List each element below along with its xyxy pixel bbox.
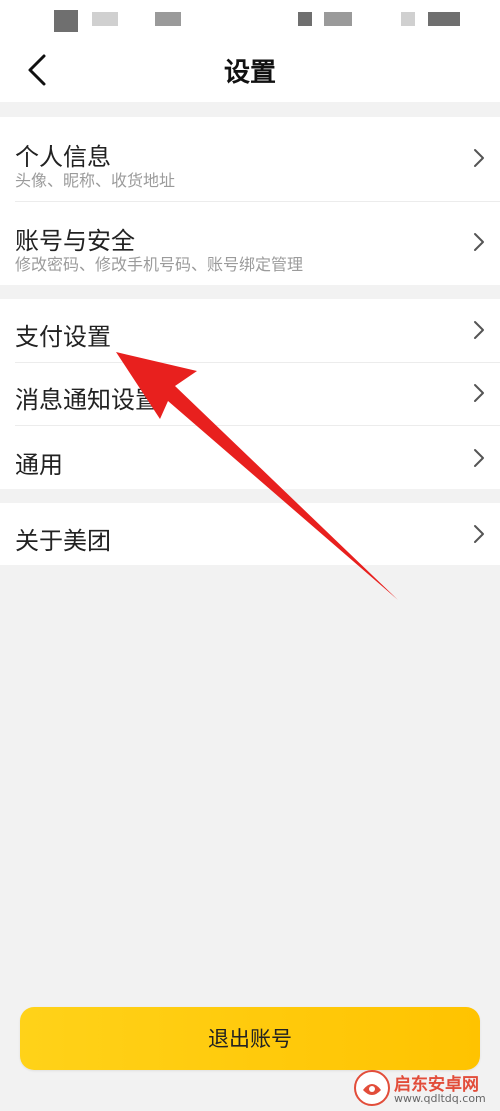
settings-item-title: 关于美团	[15, 527, 111, 555]
chevron-right-icon	[474, 449, 484, 467]
settings-item-payment[interactable]: 支付设置	[0, 299, 500, 362]
settings-item-subtitle: 头像、昵称、收货地址	[15, 171, 176, 190]
settings-item-title: 支付设置	[15, 323, 111, 351]
status-icon	[298, 12, 312, 26]
settings-item-account-security[interactable]: 账号与安全 修改密码、修改手机号码、账号绑定管理	[0, 201, 500, 285]
chevron-right-icon	[474, 233, 484, 251]
status-icon	[92, 12, 118, 26]
page-title: 设置	[223, 58, 276, 88]
status-icon	[324, 12, 352, 26]
settings-item-subtitle: 修改密码、修改手机号码、账号绑定管理	[15, 255, 304, 274]
settings-item-general[interactable]: 通用	[0, 425, 500, 489]
nav-bar: 设置	[0, 40, 500, 98]
settings-item-notifications[interactable]: 消息通知设置	[0, 362, 500, 425]
chevron-right-icon	[474, 384, 484, 402]
chevron-right-icon	[474, 525, 484, 543]
logout-button[interactable]: 退出账号	[20, 1007, 480, 1070]
chevron-right-icon	[474, 149, 484, 167]
chevron-right-icon	[474, 321, 484, 339]
status-icon	[401, 12, 415, 26]
top-bar: 设置	[0, 0, 500, 102]
settings-item-title: 通用	[15, 451, 63, 479]
status-bar	[0, 8, 500, 34]
watermark: 启东安卓网 www.qdltdq.com	[354, 1068, 494, 1108]
settings-item-personal-info[interactable]: 个人信息 头像、昵称、收货地址	[0, 117, 500, 201]
watermark-logo-icon	[354, 1070, 390, 1106]
status-icon	[155, 12, 181, 26]
settings-group-about: 关于美团	[0, 503, 500, 565]
status-icon	[54, 10, 78, 32]
settings-group-general: 支付设置 消息通知设置 通用	[0, 299, 500, 489]
settings-item-about[interactable]: 关于美团	[0, 503, 500, 565]
settings-group-profile: 个人信息 头像、昵称、收货地址 账号与安全 修改密码、修改手机号码、账号绑定管理	[0, 117, 500, 285]
settings-item-title: 消息通知设置	[15, 386, 159, 414]
battery-icon	[428, 12, 460, 26]
watermark-url: www.qdltdq.com	[394, 1092, 486, 1105]
